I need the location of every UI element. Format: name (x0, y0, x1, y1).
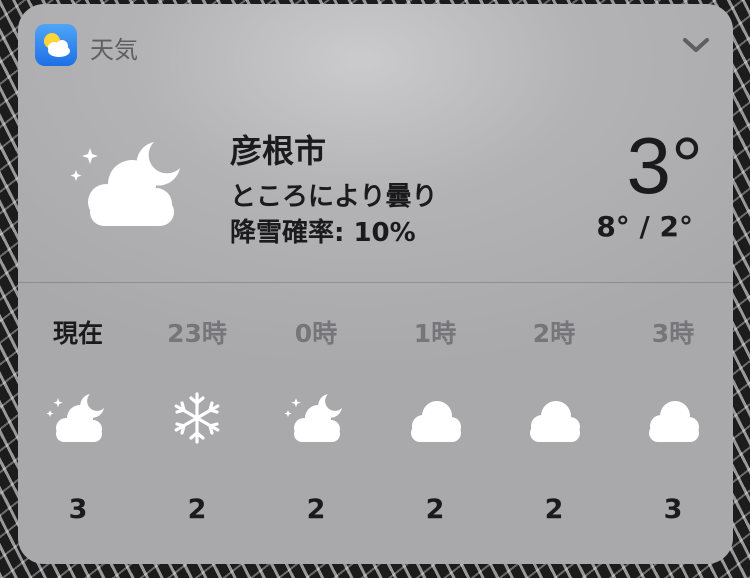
weather-widget[interactable]: 天気 彦根市 ところにより曇り 降雪確率: 10% 3° 8° / 2° 現在 (18, 4, 733, 564)
hourly-item: 23時 2 (137, 304, 257, 544)
hour-temperature: 3 (663, 494, 683, 525)
hourly-forecast: 現在 3 23時 2 0時 2 1時 2 2時 2 3時 3 (18, 304, 733, 544)
partly-cloudy-night-icon (70, 136, 190, 240)
hour-label: 0時 (294, 319, 338, 348)
hour-temperature: 3 (68, 494, 88, 525)
weather-app-icon[interactable] (35, 24, 77, 66)
partly-cloudy-night-icon (284, 390, 348, 446)
hourly-item: 1時 2 (375, 304, 495, 544)
hour-label: 2時 (532, 319, 576, 348)
hour-label: 3時 (651, 319, 695, 348)
weather-condition: ところにより曇り (230, 182, 438, 212)
cloud-icon (641, 390, 705, 446)
hour-temperature: 2 (425, 494, 445, 525)
hour-temperature: 2 (544, 494, 564, 525)
hour-temperature: 2 (187, 494, 207, 525)
widget-header: 天気 (35, 24, 733, 68)
partly-cloudy-night-icon (46, 390, 110, 446)
hour-label: 1時 (413, 319, 457, 348)
hourly-item: 2時 2 (494, 304, 614, 544)
city-name: 彦根市 (230, 132, 327, 170)
hour-label: 現在 (52, 319, 103, 348)
current-temperature: 3° (626, 121, 703, 210)
cloud-icon (522, 390, 586, 446)
hour-label: 23時 (167, 319, 227, 348)
cloud-icon (403, 390, 467, 446)
hour-temperature: 2 (306, 494, 326, 525)
hourly-item: 現在 3 (18, 304, 138, 544)
collapse-chevron-icon[interactable] (681, 34, 711, 56)
precipitation-probability: 降雪確率: 10% (230, 218, 416, 248)
hourly-item: 3時 3 (613, 304, 733, 544)
high-low-temperature: 8° / 2° (596, 210, 693, 243)
divider (18, 282, 733, 283)
snowflake-icon (165, 390, 229, 446)
hourly-item: 0時 2 (256, 304, 376, 544)
app-name: 天気 (90, 36, 138, 64)
